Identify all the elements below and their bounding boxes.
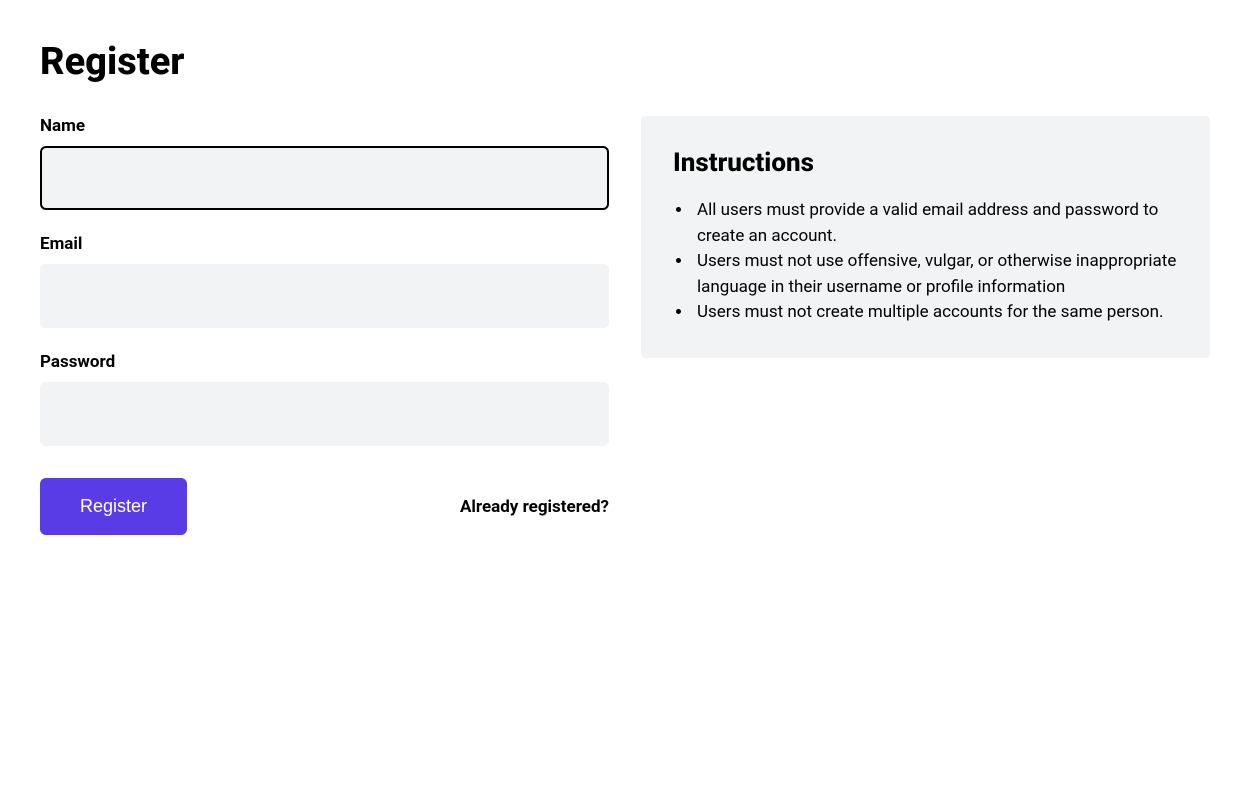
password-label: Password [40, 352, 609, 372]
email-input[interactable] [40, 264, 609, 328]
already-registered-link[interactable]: Already registered? [460, 497, 609, 517]
page-title: Register [40, 40, 1210, 84]
instructions-list: All users must provide a valid email add… [673, 198, 1178, 326]
name-group: Name [40, 116, 609, 210]
email-label: Email [40, 234, 609, 254]
instructions-box: Instructions All users must provide a va… [641, 116, 1210, 358]
register-button[interactable]: Register [40, 478, 187, 535]
name-label: Name [40, 116, 609, 136]
name-input[interactable] [40, 146, 609, 210]
form-footer: Register Already registered? [40, 478, 609, 535]
instructions-title: Instructions [673, 148, 1178, 178]
email-group: Email [40, 234, 609, 328]
password-input[interactable] [40, 382, 609, 446]
list-item: Users must not use offensive, vulgar, or… [693, 249, 1178, 300]
list-item: All users must provide a valid email add… [693, 198, 1178, 249]
instructions-panel: Instructions All users must provide a va… [641, 116, 1210, 358]
register-form: Name Email Password Register Already reg… [40, 116, 609, 535]
list-item: Users must not create multiple accounts … [693, 300, 1178, 326]
main-columns: Name Email Password Register Already reg… [40, 116, 1210, 535]
password-group: Password [40, 352, 609, 446]
